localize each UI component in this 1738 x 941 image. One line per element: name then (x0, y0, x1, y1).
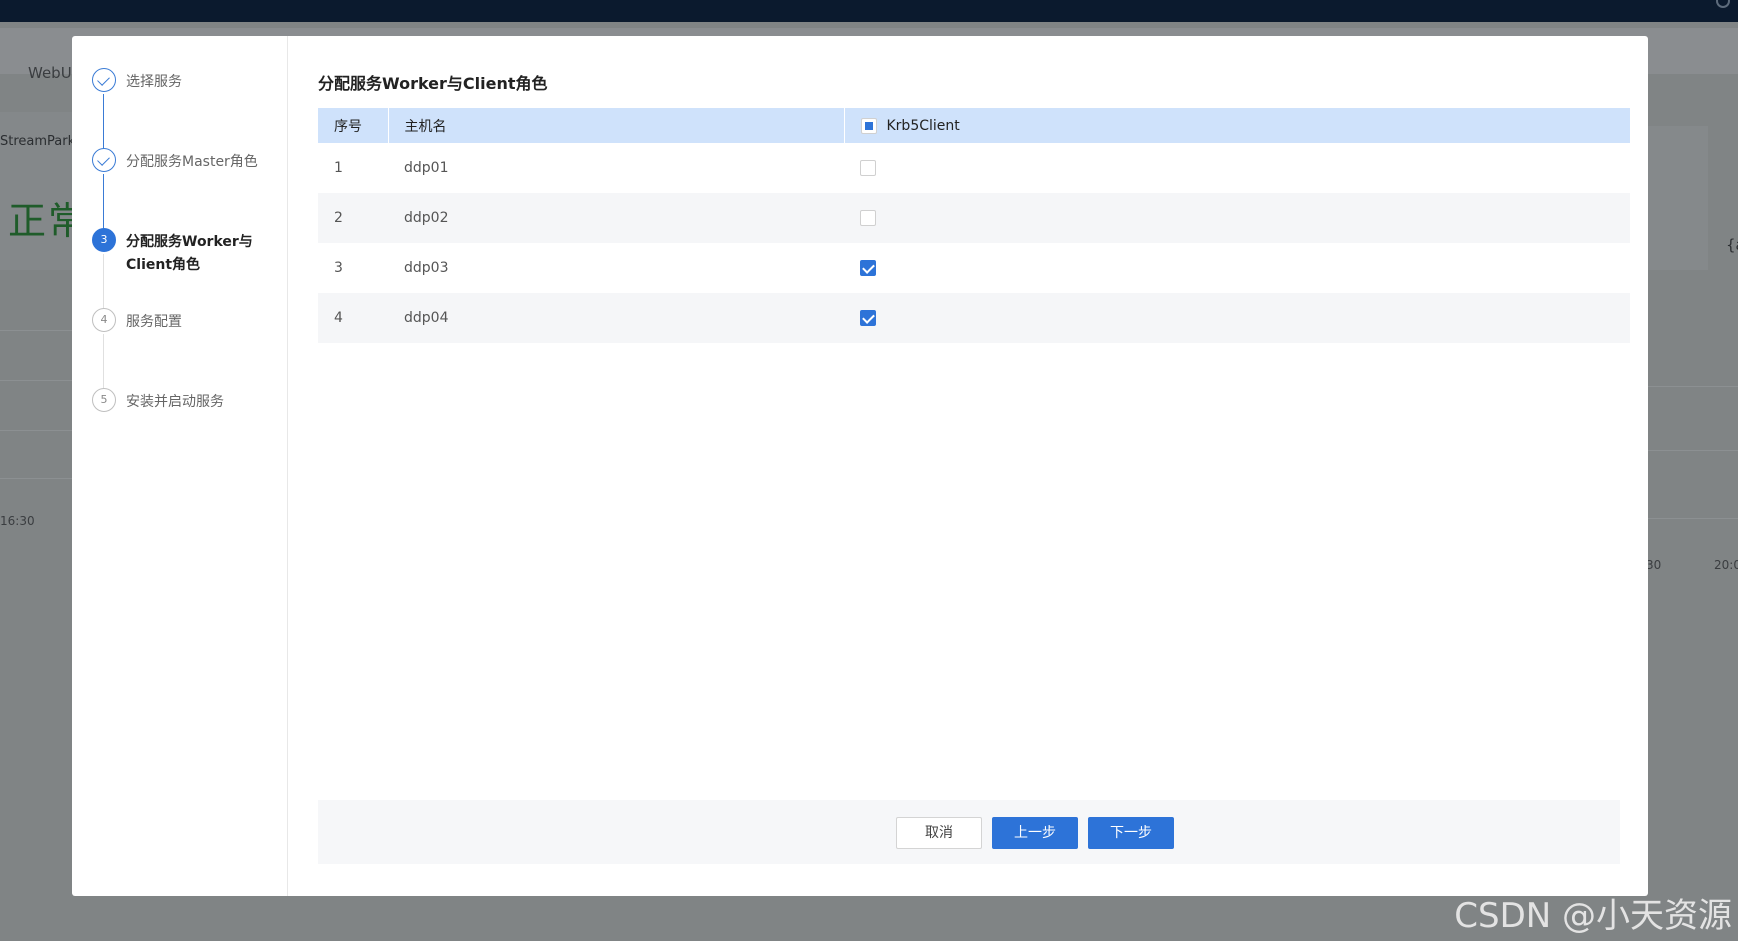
wizard-steps: 选择服务 分配服务Master角色 3 分配服务Worker与Client角色 … (72, 36, 288, 896)
cell-role (844, 293, 1630, 343)
cell-role (844, 143, 1630, 193)
table-row: 1 ddp01 (318, 143, 1630, 193)
header-hostname: 主机名 (388, 108, 845, 143)
host-role-table: 序号 主机名 Krb5Client 1 ddp01 2 ddp02 3 ddp0… (318, 108, 1630, 343)
role-checkbox[interactable] (860, 260, 876, 276)
cell-index: 4 (318, 293, 388, 343)
check-icon (92, 68, 116, 92)
wizard-content: 分配服务Worker与Client角色 序号 主机名 Krb5Client 1 … (318, 36, 1630, 896)
settings-icon[interactable] (1716, 0, 1730, 8)
step-label: 安装并启动服务 (126, 394, 224, 410)
step-label: 选择服务 (126, 74, 182, 90)
background-time-label: 30 (1646, 558, 1662, 572)
background-gridline (0, 430, 72, 431)
step-label: 分配服务Master角色 (126, 154, 258, 170)
table-row: 3 ddp03 (318, 243, 1630, 293)
watermark-text: CSDN @小天资源 (1454, 896, 1732, 936)
table-row: 2 ddp02 (318, 193, 1630, 243)
cell-index: 1 (334, 160, 343, 176)
header-role-label: Krb5Client (886, 117, 960, 134)
table-row: 4 ddp04 (318, 293, 1630, 343)
cell-role (844, 193, 1630, 243)
cell-hostname: ddp04 (388, 293, 844, 343)
cell-index: 3 (334, 260, 343, 276)
step-label: 服务配置 (126, 314, 182, 330)
cancel-button[interactable]: 取消 (896, 817, 982, 849)
table-header-row: 序号 主机名 Krb5Client (318, 108, 1630, 143)
background-gridline (1648, 518, 1738, 519)
background-time-label: 20:0 (1714, 558, 1738, 572)
background-card-label: StreamPark (0, 134, 76, 149)
cell-role (844, 243, 1630, 293)
select-all-checkbox[interactable] (860, 117, 877, 134)
wizard-modal: 选择服务 分配服务Master角色 3 分配服务Worker与Client角色 … (72, 36, 1648, 896)
background-tab-webui: WebUI (28, 64, 77, 82)
background-gridline (0, 380, 72, 381)
background-gridline (1648, 386, 1738, 387)
next-step-button[interactable]: 下一步 (1088, 817, 1174, 849)
header-role: Krb5Client (844, 108, 1630, 143)
top-navbar (0, 0, 1738, 22)
wizard-footer: 取消 上一步 下一步 (318, 800, 1620, 864)
page-title: 分配服务Worker与Client角色 (318, 74, 548, 93)
check-icon (92, 148, 116, 172)
cell-index: 2 (318, 193, 388, 243)
role-checkbox[interactable] (860, 310, 876, 326)
background-gridline (0, 478, 72, 479)
role-checkbox[interactable] (860, 160, 876, 176)
previous-step-button[interactable]: 上一步 (992, 817, 1078, 849)
step-number: 4 (92, 308, 116, 332)
header-index: 序号 (318, 108, 389, 143)
step-number: 3 (92, 228, 116, 252)
role-checkbox[interactable] (860, 210, 876, 226)
background-gridline (0, 330, 72, 331)
cell-hostname: ddp03 (404, 260, 449, 276)
cell-hostname: ddp01 (404, 160, 449, 176)
cell-hostname: ddp02 (388, 193, 844, 243)
step-number: 5 (92, 388, 116, 412)
background-time-label: 16:30 (0, 514, 35, 528)
step-label: 分配服务Worker与Client角色 (126, 234, 253, 273)
background-gridline (1648, 450, 1738, 451)
background-right-card (1648, 126, 1708, 270)
background-brace-text: {a (1726, 236, 1738, 254)
